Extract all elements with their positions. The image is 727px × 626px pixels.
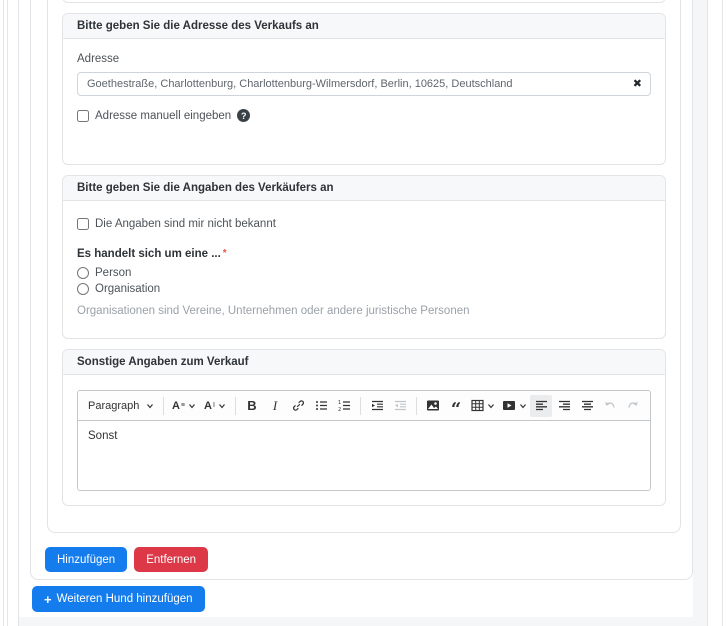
unknown-info-row: Die Angaben sind mir nicht bekannt — [77, 218, 651, 230]
clear-address-icon[interactable]: ✖ — [633, 77, 642, 91]
person-option-row: Person — [77, 267, 651, 279]
block-quote-button[interactable]: “ — [445, 395, 467, 418]
align-right-button[interactable] — [553, 395, 575, 417]
help-icon[interactable]: ? — [237, 109, 251, 122]
svg-text:1: 1 — [338, 400, 341, 406]
address-card: Bitte geben Sie die Adresse des Verkaufs… — [62, 13, 666, 165]
font-size-icon: A ≡ — [171, 399, 186, 412]
font-color-dropdown[interactable]: AI — [200, 395, 230, 417]
toolbar-separator — [163, 396, 164, 415]
previous-card-bottom-edge — [62, 0, 666, 3]
italic-button[interactable]: I — [264, 395, 286, 417]
table-icon — [471, 399, 484, 412]
link-icon — [292, 400, 304, 411]
page: Bitte geben Sie die Adresse des Verkaufs… — [0, 0, 727, 626]
seller-card-title: Bitte geben Sie die Angaben des Verkäufe… — [63, 176, 665, 201]
align-center-icon — [581, 400, 593, 411]
outdent-button[interactable] — [389, 395, 411, 417]
plus-icon: + — [44, 591, 52, 607]
address-input[interactable] — [77, 72, 651, 96]
undo-button[interactable] — [599, 395, 621, 417]
image-icon — [427, 400, 439, 411]
chevron-down-icon — [488, 403, 494, 408]
bold-button[interactable]: B — [241, 395, 263, 417]
address-label: Adresse — [77, 53, 120, 65]
align-left-icon — [535, 400, 547, 411]
align-center-button[interactable] — [576, 395, 598, 417]
add-dog-button[interactable]: + Weiteren Hund hinzufügen — [32, 586, 205, 612]
organisation-radio-label: Organisation — [95, 283, 161, 295]
indent-button[interactable] — [366, 395, 388, 417]
other-info-card-title: Sonstige Angaben zum Verkauf — [63, 350, 665, 375]
align-left-button[interactable] — [530, 394, 552, 417]
font-size-dropdown[interactable]: A ≡ — [169, 395, 199, 417]
add-button[interactable]: Hinzufügen — [45, 547, 128, 572]
address-card-title: Bitte geben Sie die Adresse des Verkaufs… — [63, 14, 665, 39]
person-radio[interactable] — [77, 267, 89, 279]
unknown-info-checkbox[interactable] — [77, 218, 89, 230]
manual-address-row: Adresse manuell eingeben ? — [77, 109, 651, 122]
heading-dropdown[interactable]: Paragraph — [84, 395, 158, 417]
svg-text:2: 2 — [338, 407, 341, 412]
chevron-down-icon — [189, 403, 195, 408]
address-card-body: Adresse ✖ Adresse manuell eingeben ? — [63, 39, 665, 136]
heading-dropdown-label: Paragraph — [88, 399, 140, 412]
insert-table-button[interactable] — [468, 395, 498, 417]
unknown-info-label: Die Angaben sind mir nicht bekannt — [95, 218, 276, 230]
insert-image-button[interactable] — [422, 395, 444, 417]
outer-page-border — [3, 0, 4, 626]
redo-button[interactable] — [622, 395, 644, 417]
other-info-card-body: Paragraph A ≡ AI B I 1 2 “ Sonst — [63, 375, 665, 505]
link-button[interactable] — [287, 395, 309, 417]
manual-address-label: Adresse manuell eingeben — [95, 109, 232, 122]
chevron-down-icon — [519, 403, 526, 408]
editor-toolbar: Paragraph A ≡ AI B I 1 2 “ — [78, 391, 650, 421]
entry-actions: Hinzufügen Entfernen — [45, 547, 209, 572]
remove-button[interactable]: Entfernen — [134, 547, 209, 572]
seller-card-body: Die Angaben sind mir nicht bekannt Es ha… — [63, 201, 665, 331]
chevron-down-icon — [218, 403, 225, 408]
media-icon — [502, 401, 515, 410]
organisation-radio[interactable] — [77, 283, 89, 295]
toolbar-separator — [360, 396, 361, 415]
redo-icon — [628, 401, 638, 408]
add-dog-button-label: Weiteren Hund hinzufügen — [56, 593, 193, 605]
person-radio-label: Person — [95, 267, 132, 279]
editor-content[interactable]: Sonst — [78, 421, 650, 490]
organisation-option-row: Organisation — [77, 283, 651, 295]
numbered-list-button[interactable]: 12 — [333, 395, 355, 417]
seller-card: Bitte geben Sie die Angaben des Verkäufe… — [62, 175, 666, 339]
manual-address-checkbox[interactable] — [77, 109, 89, 122]
form-content-column: Bitte geben Sie die Adresse des Verkaufs… — [62, 0, 666, 506]
chevron-down-icon — [147, 403, 153, 408]
required-mark: * — [222, 248, 227, 259]
bulleted-list-icon — [315, 401, 327, 410]
numbered-list-icon: 12 — [338, 400, 350, 412]
align-right-icon — [558, 400, 570, 411]
bulleted-list-button[interactable] — [310, 395, 332, 417]
indent-icon — [371, 400, 383, 411]
toolbar-separator — [416, 396, 417, 415]
outdent-icon — [394, 400, 406, 411]
other-info-card: Sonstige Angaben zum Verkauf Paragraph A… — [62, 349, 666, 506]
media-embed-button[interactable] — [499, 395, 529, 417]
address-input-wrap: ✖ — [77, 72, 651, 96]
seller-type-label: Es handelt sich um eine ... * — [77, 248, 227, 260]
toolbar-separator — [235, 396, 236, 415]
rich-text-editor: Paragraph A ≡ AI B I 1 2 “ Sonst — [77, 390, 651, 491]
organisation-helper-text: Organisationen sind Vereine, Unternehmen… — [77, 305, 470, 317]
undo-icon — [605, 401, 615, 408]
font-color-icon: AI — [204, 399, 215, 412]
